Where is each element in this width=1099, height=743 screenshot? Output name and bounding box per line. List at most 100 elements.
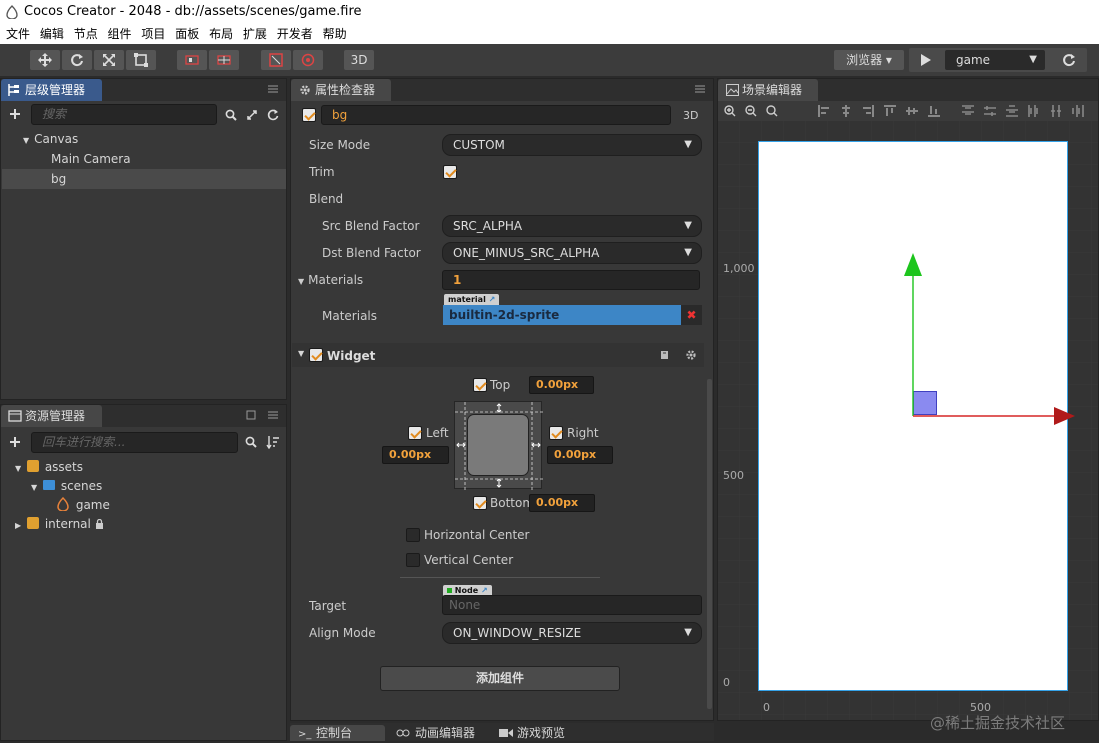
bottom-align-checkbox[interactable]: [473, 496, 487, 510]
menu-file[interactable]: 文件: [6, 24, 30, 44]
tab-hierarchy[interactable]: 层级管理器: [1, 79, 102, 101]
snap-toggle-button[interactable]: [261, 50, 291, 70]
menu-node[interactable]: 节点: [74, 24, 98, 44]
transform-gizmo-icon[interactable]: [901, 251, 1081, 426]
materials-foldout[interactable]: ▼ Materials: [298, 272, 363, 290]
tab-animation[interactable]: 动画编辑器: [390, 725, 490, 741]
tree-item-canvas[interactable]: ▼ Canvas: [23, 129, 78, 151]
trim-checkbox[interactable]: [443, 165, 457, 179]
zoom-fit-icon[interactable]: [766, 105, 778, 117]
distribute-hcenter-icon[interactable]: [1050, 105, 1062, 117]
search-icon[interactable]: [225, 109, 237, 121]
tab-scene-editor[interactable]: 场景编辑器: [718, 79, 818, 101]
add-component-button[interactable]: 添加组件: [380, 666, 620, 691]
align-hcenter-icon[interactable]: [840, 105, 852, 117]
tab-assets[interactable]: 资源管理器: [1, 405, 102, 427]
gizmo-toggle-button[interactable]: [293, 50, 323, 70]
widget-enabled-checkbox[interactable]: [309, 348, 323, 362]
zoom-out-icon[interactable]: [745, 105, 757, 117]
panel-menu-icon[interactable]: [268, 84, 278, 94]
align-vcenter-icon[interactable]: [906, 105, 918, 117]
node-3d-label[interactable]: 3D: [683, 108, 698, 124]
image-icon: [726, 84, 739, 96]
add-node-icon[interactable]: [9, 108, 21, 120]
scale-icon: [102, 53, 116, 67]
move-tool-button[interactable]: [30, 50, 60, 70]
refresh-icon[interactable]: [1062, 53, 1076, 67]
distribute-vcenter-icon[interactable]: [984, 105, 996, 117]
menu-developer[interactable]: 开发者: [277, 24, 313, 44]
distribute-bottom-icon[interactable]: [1006, 105, 1018, 117]
right-value-input[interactable]: 0.00px: [547, 446, 613, 464]
inspector-scrollbar[interactable]: [707, 379, 712, 709]
bottom-label: Bottom: [490, 496, 535, 510]
rect-tool-button[interactable]: [126, 50, 156, 70]
material-asset-field[interactable]: builtin-2d-sprite: [443, 305, 681, 325]
menu-edit[interactable]: 编辑: [40, 24, 64, 44]
left-align-checkbox[interactable]: [408, 426, 422, 440]
node-name-input[interactable]: bg: [321, 105, 671, 125]
scene-select[interactable]: game ▼: [945, 50, 1045, 70]
collapse-all-icon[interactable]: [246, 109, 258, 121]
vertical-center-checkbox[interactable]: [406, 553, 420, 567]
align-mode-select[interactable]: ON_WINDOW_RESIZE ▼: [442, 622, 702, 644]
scale-tool-button[interactable]: [94, 50, 124, 70]
left-value-input[interactable]: 0.00px: [382, 446, 449, 464]
menu-project[interactable]: 项目: [141, 24, 165, 44]
align-top-icon[interactable]: [884, 105, 896, 117]
browser-preview-button[interactable]: 浏览器 ▾: [834, 50, 904, 70]
distribute-right-icon[interactable]: [1072, 105, 1084, 117]
scene-viewport[interactable]: 1,000 500 0 0 500: [718, 121, 1098, 720]
src-blend-select[interactable]: SRC_ALPHA ▼: [442, 215, 702, 237]
assets-search-input[interactable]: 回车进行搜索...: [31, 432, 238, 453]
refresh-icon[interactable]: [267, 109, 279, 121]
ruler-x-label: 0: [763, 701, 770, 714]
distribute-top-icon[interactable]: [962, 105, 974, 117]
tree-item-internal[interactable]: ▶ internal: [15, 514, 104, 536]
panel-menu-icon[interactable]: [268, 410, 278, 420]
hierarchy-search-input[interactable]: 搜索: [31, 104, 217, 125]
mode-3d-button[interactable]: 3D: [344, 50, 374, 70]
sort-icon[interactable]: [266, 435, 280, 449]
distribute-left-icon[interactable]: [1028, 105, 1040, 117]
align-right-icon[interactable]: [862, 105, 874, 117]
panel-menu-icon[interactable]: [695, 84, 705, 94]
tab-game-preview[interactable]: 游戏预览: [495, 725, 595, 741]
tree-item-main-camera[interactable]: Main Camera: [51, 149, 131, 169]
gear-icon[interactable]: [685, 349, 697, 361]
clear-material-button[interactable]: ✖: [681, 305, 702, 325]
top-align-checkbox[interactable]: [473, 378, 487, 392]
tree-item-game[interactable]: game: [57, 495, 110, 515]
menu-extension[interactable]: 扩展: [243, 24, 267, 44]
node-active-checkbox[interactable]: [302, 108, 316, 122]
add-asset-icon[interactable]: [9, 436, 21, 448]
widget-align-diagram: [454, 401, 543, 490]
zoom-in-icon[interactable]: [724, 105, 736, 117]
play-icon[interactable]: [921, 54, 931, 66]
menu-component[interactable]: 组件: [108, 24, 132, 44]
pivot-toggle-button[interactable]: [177, 50, 207, 70]
bottom-value-input[interactable]: 0.00px: [529, 494, 595, 512]
rotate-tool-button[interactable]: [62, 50, 92, 70]
menu-layout[interactable]: 布局: [209, 24, 233, 44]
right-align-checkbox[interactable]: [549, 426, 563, 440]
search-icon[interactable]: [245, 436, 257, 448]
horizontal-center-checkbox[interactable]: [406, 528, 420, 542]
tab-console[interactable]: >_ 控制台: [290, 725, 385, 741]
dst-blend-select[interactable]: ONE_MINUS_SRC_ALPHA ▼: [442, 242, 702, 264]
align-left-icon[interactable]: [818, 105, 830, 117]
help-book-icon[interactable]: [660, 350, 670, 360]
coordinate-toggle-button[interactable]: [209, 50, 239, 70]
popout-icon[interactable]: [246, 410, 256, 420]
top-value-input[interactable]: 0.00px: [529, 376, 594, 394]
menu-panel[interactable]: 面板: [175, 24, 199, 44]
size-mode-select[interactable]: CUSTOM ▼: [442, 134, 702, 156]
tree-item-bg[interactable]: bg: [51, 169, 66, 189]
menu-help[interactable]: 帮助: [323, 24, 347, 44]
tab-inspector[interactable]: 属性检查器: [291, 79, 391, 101]
align-bottom-icon[interactable]: [928, 105, 940, 117]
target-node-field[interactable]: None: [442, 595, 702, 615]
materials-count-input[interactable]: 1: [442, 270, 700, 290]
node-icon: [447, 588, 452, 593]
widget-header[interactable]: ▼ Widget: [292, 343, 704, 367]
